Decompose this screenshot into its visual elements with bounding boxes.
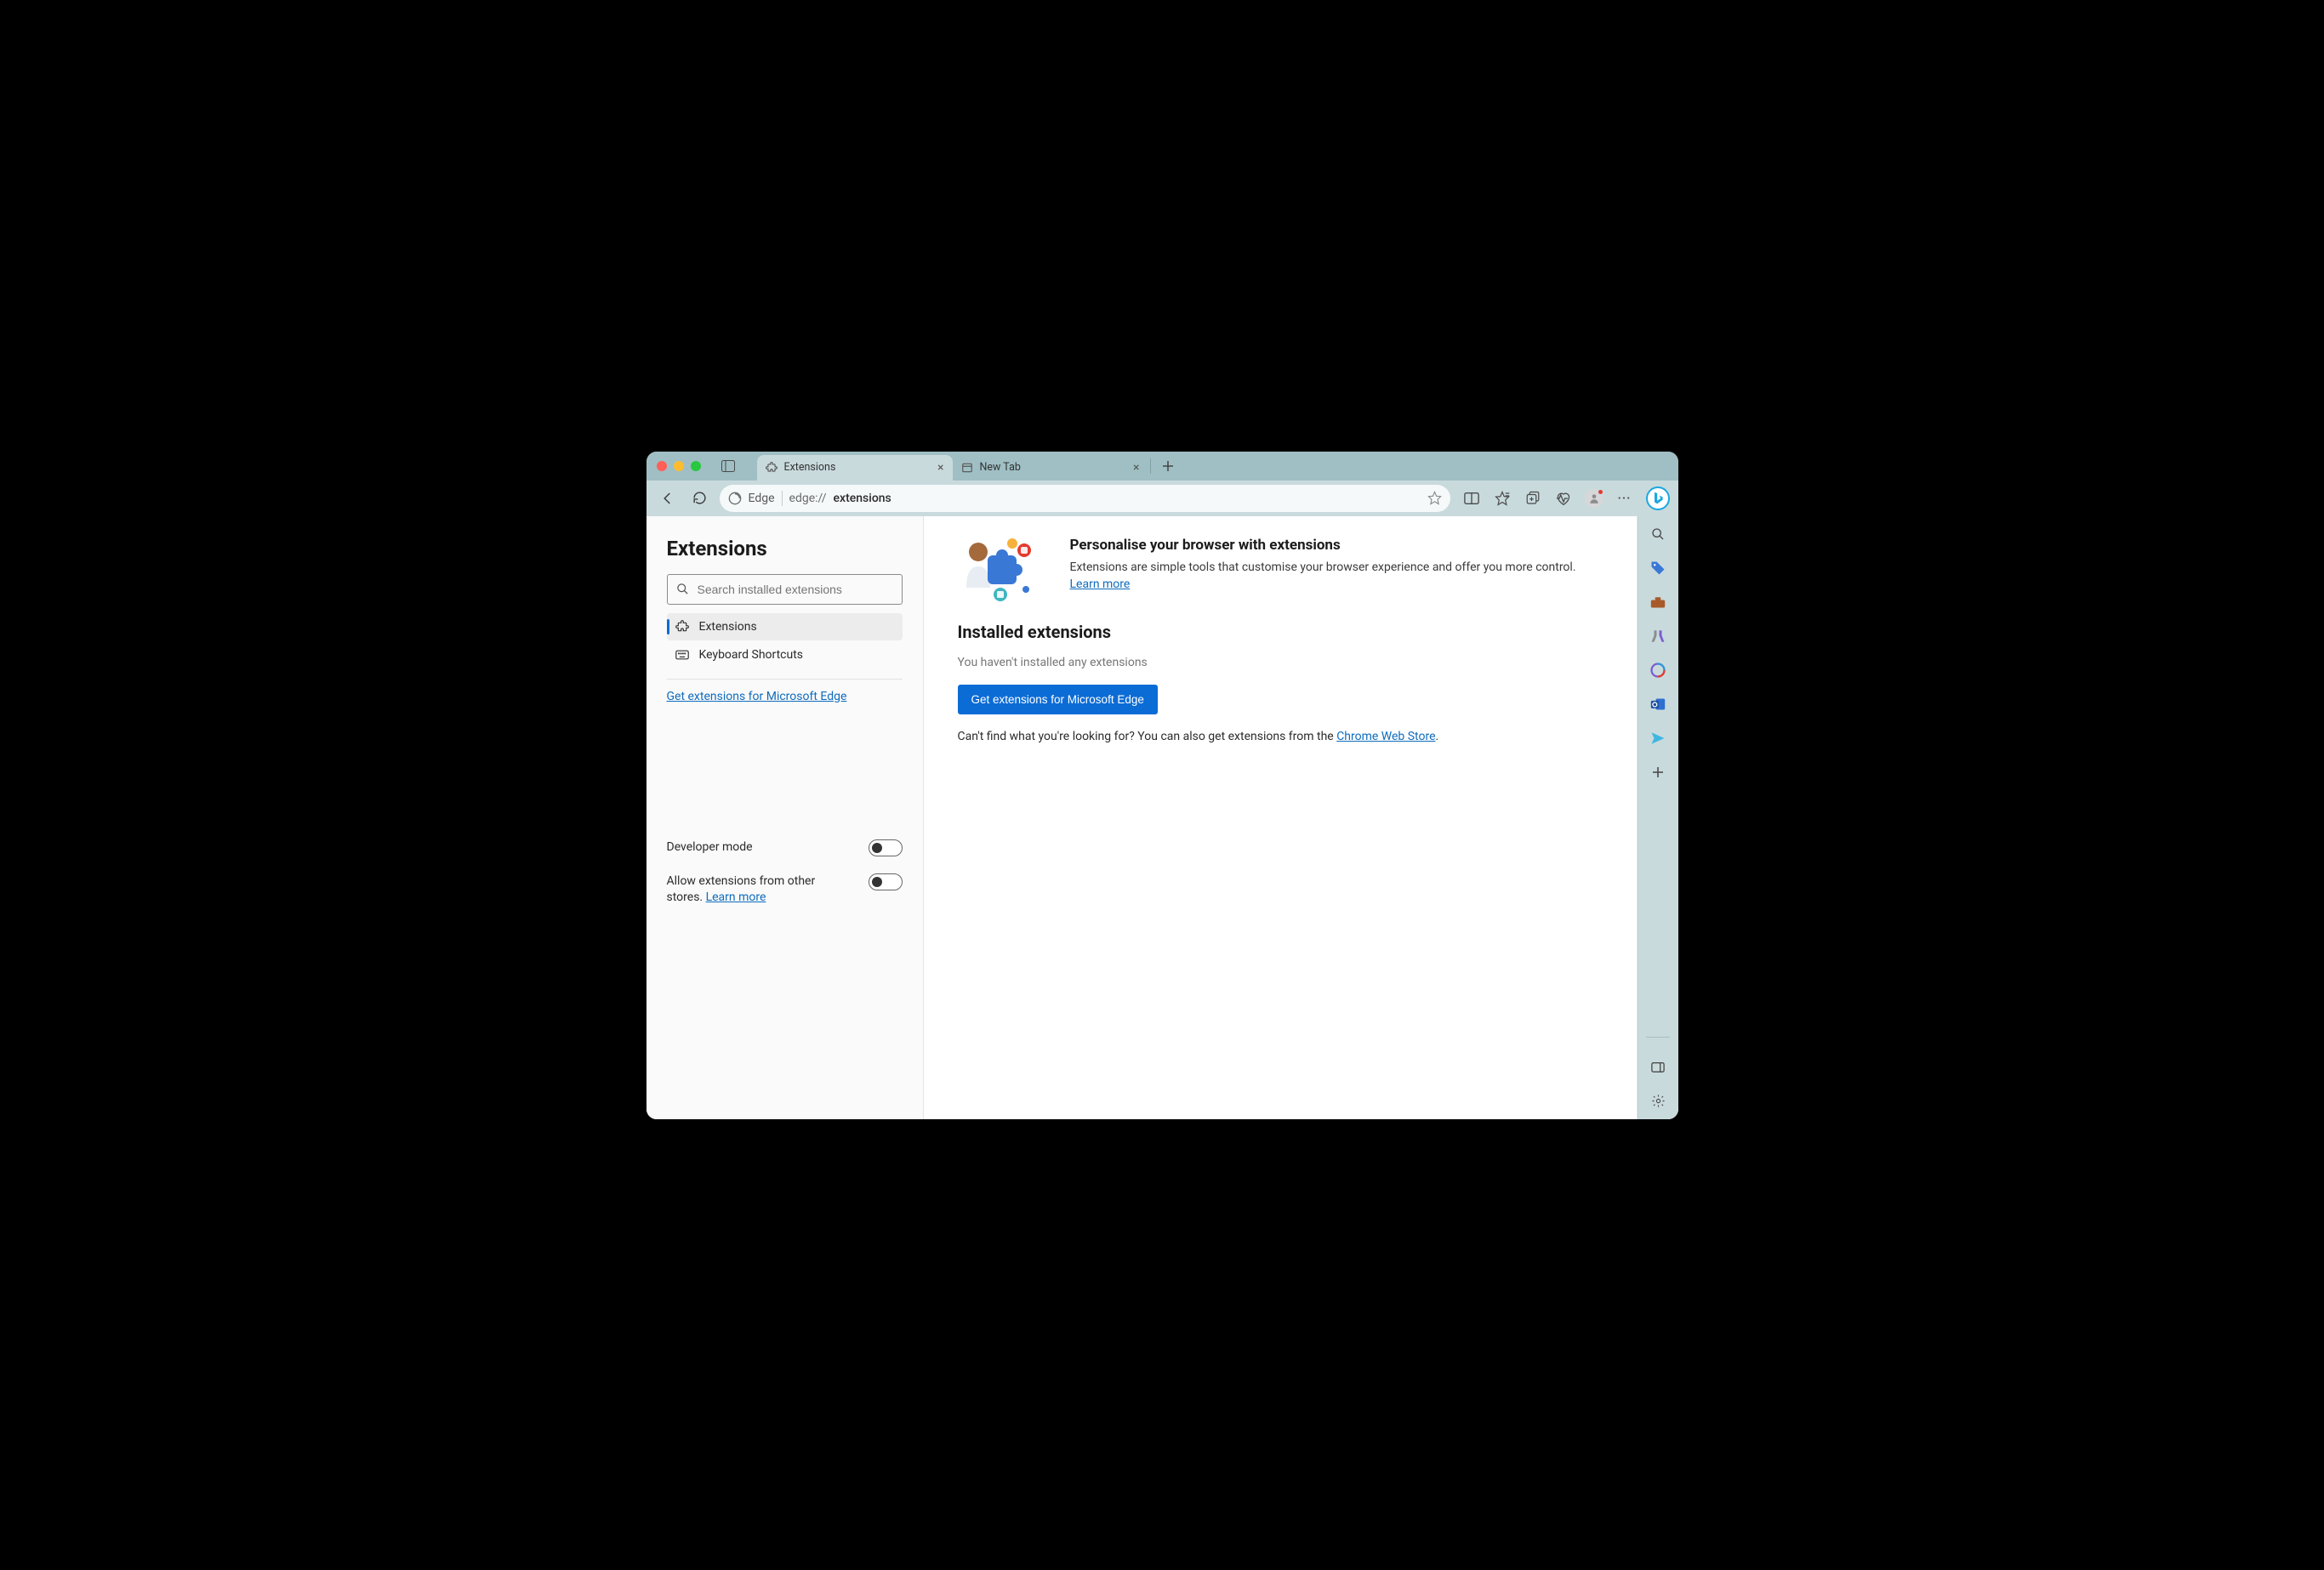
split-screen-button[interactable] bbox=[1462, 489, 1481, 508]
sidebar-search-button[interactable] bbox=[1649, 525, 1667, 543]
sidebar-settings-button[interactable] bbox=[1649, 1092, 1667, 1111]
hint-suffix: . bbox=[1436, 730, 1439, 743]
bing-button[interactable] bbox=[1646, 486, 1670, 510]
collections-button[interactable] bbox=[1524, 489, 1542, 508]
setting-developer-mode: Developer mode bbox=[667, 839, 903, 856]
tab-strip: Extensions × New Tab × bbox=[757, 452, 1180, 481]
promo-body: Extensions are simple tools that customi… bbox=[1070, 559, 1603, 594]
page-title: Extensions bbox=[667, 537, 903, 560]
address-bar[interactable]: Edge edge:// extensions bbox=[720, 485, 1450, 512]
bing-icon bbox=[1652, 492, 1664, 505]
search-icon bbox=[676, 583, 689, 595]
titlebar: Extensions × New Tab × bbox=[647, 452, 1678, 481]
sidebar-tools-button[interactable] bbox=[1649, 593, 1667, 612]
promo-title: Personalise your browser with extensions bbox=[1070, 537, 1603, 554]
sidebar-m365-button[interactable] bbox=[1649, 661, 1667, 680]
tab-title: Extensions bbox=[784, 461, 836, 474]
setting-allow-other-stores: Allow extensions from other stores. Lear… bbox=[667, 873, 903, 907]
empty-state-text: You haven't installed any extensions bbox=[958, 656, 1603, 669]
promo-text: Personalise your browser with extensions… bbox=[1070, 537, 1603, 594]
address-separator bbox=[782, 491, 783, 506]
setting-label: Developer mode bbox=[667, 839, 753, 856]
close-window-button[interactable] bbox=[657, 461, 667, 471]
new-tab-button[interactable] bbox=[1156, 454, 1180, 478]
address-scheme: edge:// bbox=[789, 492, 827, 505]
browser-sidebar bbox=[1638, 516, 1678, 1119]
extension-icon bbox=[766, 462, 778, 474]
tab-title: New Tab bbox=[980, 461, 1021, 474]
toolbar-actions: ··· bbox=[1462, 486, 1670, 510]
sidebar-collapse-button[interactable] bbox=[1649, 1058, 1667, 1077]
page-icon bbox=[961, 462, 973, 474]
tab-inactive[interactable]: New Tab × bbox=[953, 455, 1148, 481]
address-path: extensions bbox=[834, 492, 891, 505]
promo-banner: Personalise your browser with extensions… bbox=[958, 537, 1603, 605]
sidebar-outlook-button[interactable] bbox=[1649, 695, 1667, 714]
hint-text: Can't find what you're looking for? You … bbox=[958, 730, 1337, 743]
search-box[interactable] bbox=[667, 574, 903, 605]
sidebar-shopping-button[interactable] bbox=[1649, 559, 1667, 577]
tab-actions-button[interactable] bbox=[716, 456, 740, 476]
tab-active[interactable]: Extensions × bbox=[757, 455, 953, 481]
nav-item-keyboard-shortcuts[interactable]: Keyboard Shortcuts bbox=[667, 641, 903, 668]
nav-item-label: Keyboard Shortcuts bbox=[699, 648, 804, 662]
extensions-main: Personalise your browser with extensions… bbox=[924, 516, 1637, 1119]
extensions-settings: Developer mode Allow extensions from oth… bbox=[667, 839, 903, 907]
installed-heading: Installed extensions bbox=[958, 622, 1603, 642]
allow-other-stores-toggle[interactable] bbox=[869, 873, 903, 890]
nav-item-extensions[interactable]: Extensions bbox=[667, 613, 903, 640]
developer-mode-toggle[interactable] bbox=[869, 839, 903, 856]
promo-learn-more-link[interactable]: Learn more bbox=[1070, 577, 1131, 591]
chrome-web-store-link[interactable]: Chrome Web Store bbox=[1336, 730, 1435, 743]
content-area: Extensions Extensions Keyboard Shortcuts bbox=[647, 516, 1678, 1119]
edge-logo-icon bbox=[728, 492, 742, 505]
address-engine: Edge bbox=[749, 492, 775, 505]
learn-more-link[interactable]: Learn more bbox=[706, 890, 766, 904]
tab-close-button[interactable]: × bbox=[1133, 461, 1139, 475]
extensions-page: Extensions Extensions Keyboard Shortcuts bbox=[647, 516, 1638, 1119]
extensions-sidebar: Extensions Extensions Keyboard Shortcuts bbox=[647, 516, 924, 1119]
promo-illustration bbox=[958, 537, 1051, 605]
promo-body-text: Extensions are simple tools that customi… bbox=[1070, 560, 1576, 574]
tab-close-button[interactable]: × bbox=[937, 461, 943, 475]
favorite-button[interactable] bbox=[1427, 491, 1442, 505]
divider bbox=[667, 679, 903, 680]
extensions-nav: Extensions Keyboard Shortcuts bbox=[667, 613, 903, 668]
sidebar-add-button[interactable] bbox=[1649, 763, 1667, 782]
sidebar-drop-button[interactable] bbox=[1649, 729, 1667, 748]
profile-button[interactable] bbox=[1585, 489, 1603, 508]
extension-icon bbox=[675, 620, 689, 634]
toolbar: Edge edge:// extensions ··· bbox=[647, 481, 1678, 516]
more-menu-button[interactable]: ··· bbox=[1615, 489, 1634, 508]
browser-essentials-button[interactable] bbox=[1554, 489, 1573, 508]
fullscreen-window-button[interactable] bbox=[691, 461, 701, 471]
search-input[interactable] bbox=[698, 583, 893, 596]
tab-separator bbox=[1150, 458, 1151, 474]
notification-dot bbox=[1598, 489, 1603, 495]
back-button[interactable] bbox=[655, 486, 681, 511]
favorites-button[interactable] bbox=[1493, 489, 1512, 508]
reload-button[interactable] bbox=[687, 486, 713, 511]
browser-window: Extensions × New Tab × Edge edge://e bbox=[647, 452, 1678, 1119]
keyboard-icon bbox=[675, 650, 689, 660]
get-extensions-link[interactable]: Get extensions for Microsoft Edge bbox=[667, 690, 847, 703]
nav-item-label: Extensions bbox=[699, 620, 757, 634]
setting-label: Allow extensions from other stores. Lear… bbox=[667, 873, 820, 907]
sidebar-divider bbox=[1646, 1037, 1670, 1038]
window-controls bbox=[657, 461, 701, 471]
chrome-store-hint: Can't find what you're looking for? You … bbox=[958, 730, 1603, 743]
sidebar-games-button[interactable] bbox=[1649, 627, 1667, 646]
get-extensions-button[interactable]: Get extensions for Microsoft Edge bbox=[958, 685, 1158, 714]
minimize-window-button[interactable] bbox=[674, 461, 684, 471]
